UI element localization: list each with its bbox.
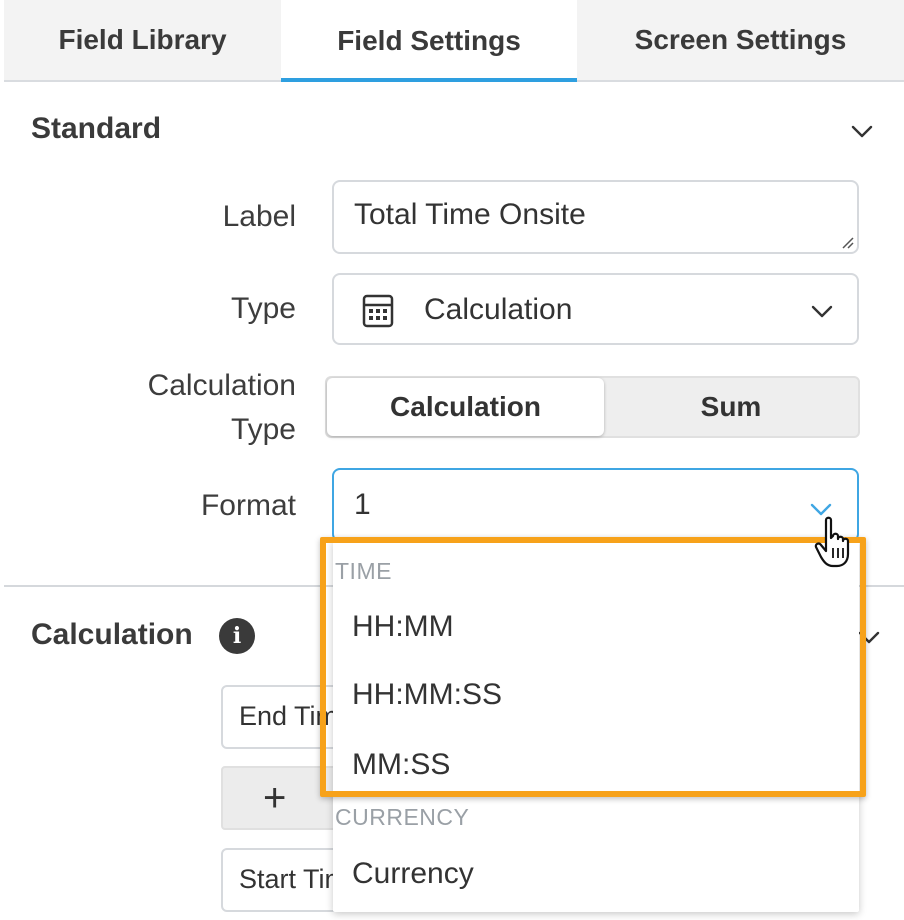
calc-type-label-line2: Type <box>230 413 296 446</box>
format-select[interactable]: 1 <box>332 468 859 542</box>
chevron-down-icon[interactable] <box>858 626 880 648</box>
tab-field-settings[interactable]: Field Settings <box>281 0 577 82</box>
tab-screen-settings[interactable]: Screen Settings <box>577 0 904 80</box>
dropdown-option-hh-mm-ss[interactable]: HH:MM:SS <box>352 678 502 712</box>
hand-cursor-icon <box>814 516 850 568</box>
type-field-label: Type <box>230 292 296 325</box>
dropdown-option-currency[interactable]: Currency <box>352 857 474 891</box>
tab-bar: Field Library Field Settings Screen Sett… <box>4 0 904 82</box>
type-select-value: Calculation <box>424 293 573 326</box>
standard-section-title: Standard <box>31 112 162 145</box>
calc-type-label-line1: Calculation <box>147 369 296 402</box>
resize-grip-icon[interactable] <box>840 235 854 249</box>
chevron-down-icon[interactable] <box>851 120 873 142</box>
info-icon[interactable]: i <box>219 618 255 654</box>
type-select[interactable]: Calculation <box>332 273 859 345</box>
calculation-section-title: Calculation <box>31 618 193 651</box>
label-textarea-value: Total Time Onsite <box>354 198 586 231</box>
dropdown-option-hh-mm[interactable]: HH:MM <box>352 610 454 644</box>
format-dropdown-menu: TIME HH:MM HH:MM:SS MM:SS CURRENCY Curre… <box>333 540 859 912</box>
label-field-label: Label <box>222 200 296 233</box>
calculator-icon <box>362 294 394 328</box>
format-field-label: Format <box>200 489 296 522</box>
calc-type-calculation-button[interactable]: Calculation <box>327 378 604 436</box>
calc-type-sum-button[interactable]: Sum <box>604 378 858 436</box>
dropdown-group-label-time: TIME <box>335 558 392 584</box>
chevron-down-icon <box>811 300 833 322</box>
label-textarea[interactable]: Total Time Onsite <box>332 180 859 254</box>
tab-field-library[interactable]: Field Library <box>4 0 281 80</box>
dropdown-option-mm-ss[interactable]: MM:SS <box>352 748 450 782</box>
calc-type-segmented-control: Calculation Sum <box>325 376 860 438</box>
format-select-value: 1 <box>354 488 371 521</box>
dropdown-group-label-currency: CURRENCY <box>335 804 470 830</box>
